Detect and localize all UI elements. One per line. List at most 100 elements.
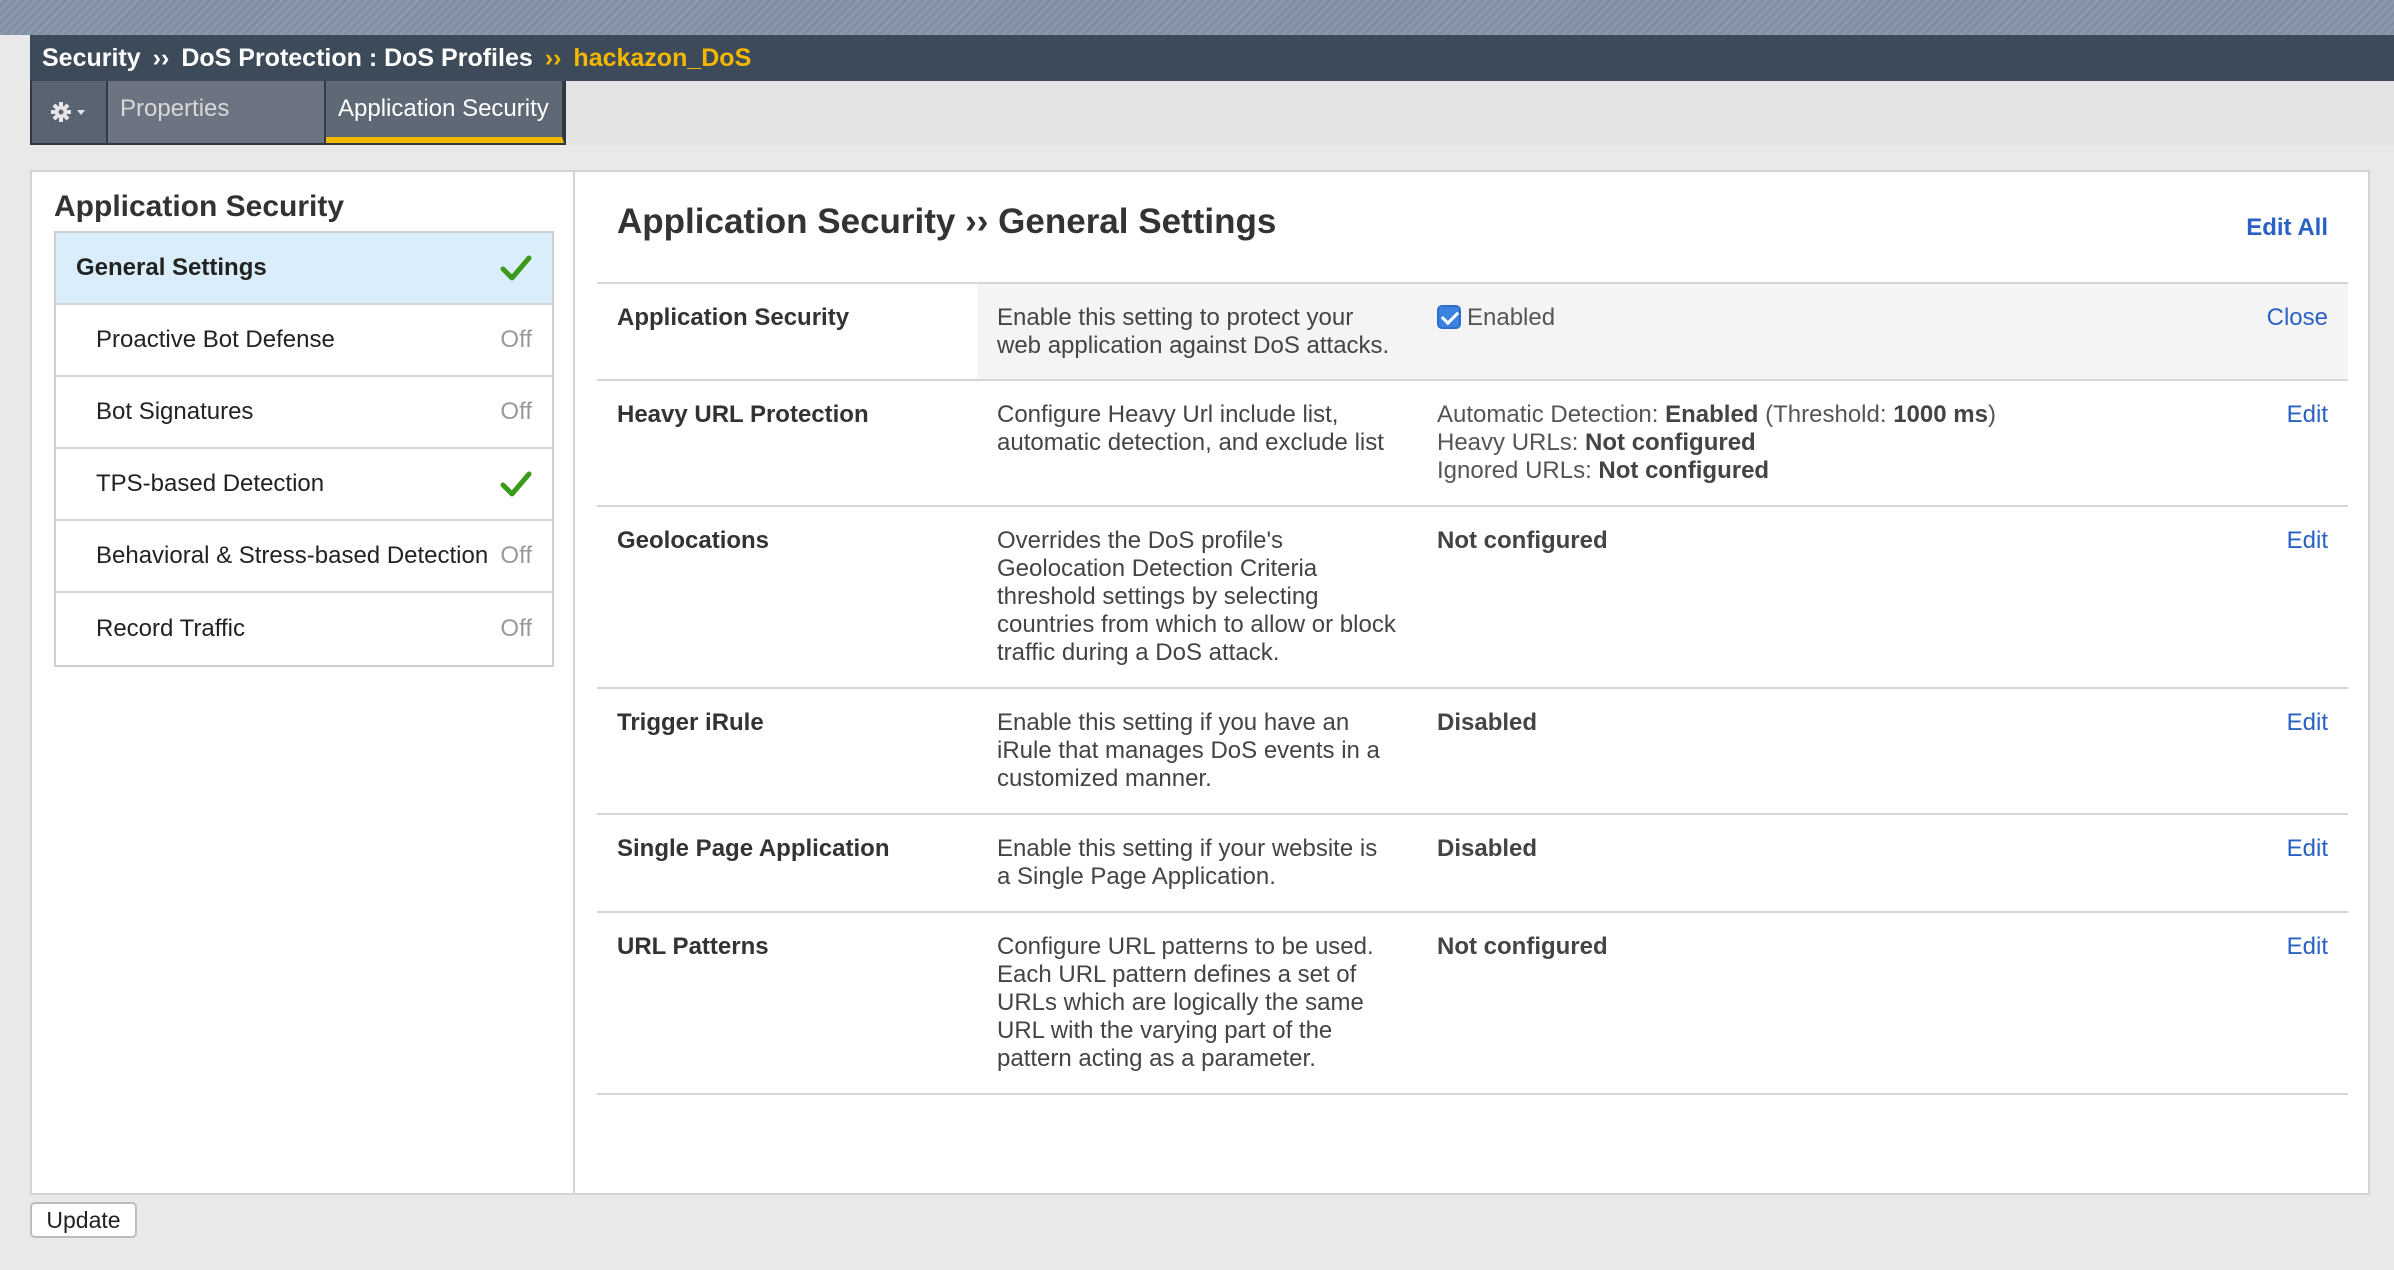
- setting-value: Automatic Detection: Enabled (Threshold:…: [1437, 401, 1996, 485]
- sidebar-item-behavioral-detection[interactable]: Behavioral & Stress-based Detection Off: [56, 521, 552, 593]
- desc-line: web application against DoS attacks.: [997, 332, 1390, 359]
- breadcrumb-security[interactable]: Security: [42, 44, 141, 73]
- sidebar-item-status: Off: [500, 542, 532, 569]
- setting-row-url-patterns: URL Patterns Configure URL patterns to b…: [597, 913, 2348, 1095]
- setting-label: Heavy URL Protection: [617, 401, 869, 428]
- setting-description: Enable this setting to protect your web …: [997, 304, 1417, 360]
- desc-line: a Single Page Application.: [997, 863, 1276, 890]
- setting-value: Not configured: [1437, 527, 1608, 555]
- close-link[interactable]: Close: [2267, 304, 2328, 332]
- setting-description: Enable this setting if you have an iRule…: [997, 709, 1417, 793]
- tab-bar: Properties Application Security: [30, 81, 2394, 145]
- desc-line: URL with the varying part of the: [997, 1017, 1333, 1044]
- setting-value: Disabled: [1437, 835, 1537, 863]
- setting-value: Enabled: [1437, 304, 1555, 332]
- value-line: Automatic Detection: Enabled (Threshold:…: [1437, 401, 1996, 429]
- tab-application-security[interactable]: Application Security: [326, 81, 564, 143]
- value-bold: Enabled: [1665, 401, 1759, 428]
- desc-line: iRule that manages DoS events in a: [997, 737, 1380, 764]
- setting-label: Application Security: [617, 304, 850, 331]
- chevron-down-icon: [77, 110, 85, 115]
- enabled-checkbox[interactable]: [1437, 305, 1461, 329]
- edit-link[interactable]: Edit: [2287, 933, 2328, 961]
- setting-row-application-security: Application Security Enable this setting…: [597, 284, 2348, 381]
- setting-row-single-page-application: Single Page Application Enable this sett…: [597, 815, 2348, 913]
- sidebar: Application Security General Settings Pr…: [32, 172, 575, 1193]
- value-prefix: Automatic Detection:: [1437, 401, 1666, 428]
- sidebar-item-label: General Settings: [76, 254, 267, 281]
- value-bold: 1000 ms: [1893, 401, 1988, 428]
- sidebar-item-proactive-bot-defense[interactable]: Proactive Bot Defense Off: [56, 305, 552, 377]
- edit-link[interactable]: Edit: [2287, 835, 2328, 863]
- sidebar-item-label: Record Traffic: [96, 615, 245, 642]
- sidebar-item-general-settings[interactable]: General Settings: [56, 233, 552, 305]
- desc-line: countries from which to allow or block: [997, 611, 1396, 638]
- desc-line: threshold settings by selecting: [997, 583, 1319, 610]
- desc-line: URLs which are logically the same: [997, 989, 1364, 1016]
- sidebar-list: General Settings Proactive Bot Defense O…: [54, 231, 554, 667]
- setting-label: Single Page Application: [617, 835, 890, 862]
- setting-description: Configure URL patterns to be used. Each …: [997, 933, 1417, 1073]
- sidebar-item-tps-based-detection[interactable]: TPS-based Detection: [56, 449, 552, 521]
- setting-description: Enable this setting if your website is a…: [997, 835, 1417, 891]
- desc-line: Enable this setting if you have an: [997, 709, 1350, 736]
- breadcrumb-separator: ››: [544, 43, 562, 72]
- setting-label: Trigger iRule: [617, 709, 764, 736]
- sidebar-item-status: Off: [500, 615, 532, 642]
- desc-line: Geolocation Detection Criteria: [997, 555, 1318, 582]
- tab-properties[interactable]: Properties: [108, 81, 326, 143]
- desc-line: Overrides the DoS profile's: [997, 527, 1284, 554]
- value-prefix: Ignored URLs:: [1437, 457, 1599, 484]
- value-line: Ignored URLs: Not configured: [1437, 457, 1996, 485]
- gear-icon: [51, 102, 85, 122]
- value-line: Heavy URLs: Not configured: [1437, 429, 1996, 457]
- setting-description: Configure Heavy Url include list, automa…: [997, 401, 1417, 457]
- value-mid: (Threshold:: [1758, 401, 1894, 428]
- sidebar-item-status: Off: [500, 326, 532, 353]
- breadcrumb-dos-profiles[interactable]: DoS Protection : DoS Profiles: [181, 44, 532, 73]
- desc-line: pattern acting as a parameter.: [997, 1045, 1316, 1072]
- value-prefix: Heavy URLs:: [1437, 429, 1586, 456]
- top-banner: [0, 0, 2394, 35]
- value-bold: Disabled: [1437, 709, 1538, 736]
- desc-line: Configure URL patterns to be used.: [997, 933, 1374, 960]
- value-suffix: ): [1987, 401, 1996, 428]
- edit-all-link[interactable]: Edit All: [2246, 214, 2328, 242]
- breadcrumb-separator: ››: [152, 43, 170, 72]
- sidebar-item-label: Behavioral & Stress-based Detection: [96, 542, 489, 569]
- desc-line: traffic during a DoS attack.: [997, 639, 1280, 666]
- setting-row-geolocations: Geolocations Overrides the DoS profile's…: [597, 507, 2348, 689]
- main-panel: Application Security General Settings Pr…: [30, 170, 2370, 1195]
- desc-line: Enable this setting if your website is: [997, 835, 1378, 862]
- tab-group: Properties Application Security: [30, 81, 566, 145]
- breadcrumb: Security ›› DoS Protection : DoS Profile…: [30, 35, 2394, 81]
- settings-table: Application Security Enable this setting…: [597, 282, 2348, 1095]
- content-area: Application Security ›› General Settings…: [577, 172, 2368, 1193]
- desc-line: customized manner.: [997, 765, 1212, 792]
- sidebar-item-label: TPS-based Detection: [96, 470, 325, 497]
- setting-row-trigger-irule: Trigger iRule Enable this setting if you…: [597, 689, 2348, 815]
- edit-link[interactable]: Edit: [2287, 401, 2328, 429]
- value-bold: Not configured: [1437, 933, 1608, 960]
- setting-label: URL Patterns: [617, 933, 769, 960]
- gear-menu-button[interactable]: [32, 81, 108, 143]
- value-bold: Not configured: [1437, 527, 1608, 554]
- update-button[interactable]: Update: [30, 1202, 137, 1238]
- checkbox-label: Enabled: [1467, 304, 1556, 331]
- sidebar-item-label: Proactive Bot Defense: [96, 326, 335, 353]
- setting-value: Not configured: [1437, 933, 1608, 961]
- sidebar-item-label: Bot Signatures: [96, 398, 254, 425]
- sidebar-title: Application Security: [54, 190, 345, 223]
- setting-description: Overrides the DoS profile's Geolocation …: [997, 527, 1417, 667]
- checkmark-icon: [500, 471, 532, 497]
- sidebar-item-record-traffic[interactable]: Record Traffic Off: [56, 593, 552, 665]
- desc-line: Configure Heavy Url include list,: [997, 401, 1339, 428]
- checkmark-icon: [500, 255, 532, 281]
- setting-label: Geolocations: [617, 527, 770, 554]
- value-bold: Disabled: [1437, 835, 1538, 862]
- edit-link[interactable]: Edit: [2287, 527, 2328, 555]
- edit-link[interactable]: Edit: [2287, 709, 2328, 737]
- page-title: Application Security ›› General Settings: [617, 202, 1277, 241]
- sidebar-item-bot-signatures[interactable]: Bot Signatures Off: [56, 377, 552, 449]
- value-bold: Not configured: [1598, 457, 1770, 484]
